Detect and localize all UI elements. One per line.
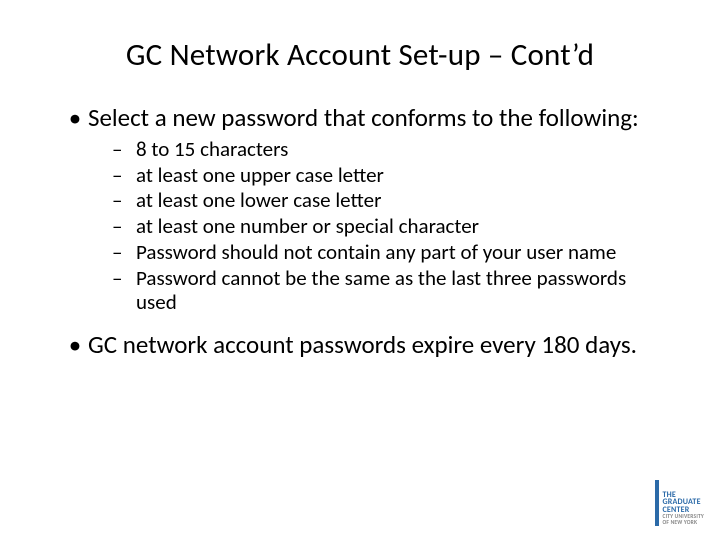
sub-item: – at least one number or special charact… <box>108 214 670 239</box>
bullet-item: • GC network account passwords expire ev… <box>62 331 670 360</box>
dash-mark: – <box>108 214 136 239</box>
bullet-text: GC network account passwords expire ever… <box>88 331 670 360</box>
dash-mark: – <box>108 240 136 265</box>
bullet-text: Select a new password that conforms to t… <box>88 104 670 133</box>
dash-mark: – <box>108 137 136 162</box>
bullet-mark: • <box>62 331 88 360</box>
logo-bar-icon <box>655 480 659 526</box>
sub-item: – 8 to 15 characters <box>108 137 670 162</box>
sub-item: – at least one upper case letter <box>108 163 670 188</box>
slide-title: GC Network Account Set-up – Cont’d <box>50 36 670 74</box>
slide-body: • Select a new password that conforms to… <box>50 104 670 360</box>
graduate-center-logo: THE GRADUATE CENTER CITY UNIVERSITY OF N… <box>655 480 704 526</box>
logo-subline: OF NEW YORK <box>662 521 704 526</box>
dash-mark: – <box>108 188 136 213</box>
logo-line: CENTER <box>662 507 704 514</box>
sub-item: – Password should not contain any part o… <box>108 240 670 265</box>
bullet-mark: • <box>62 104 88 133</box>
bullet-item: • Select a new password that conforms to… <box>62 104 670 133</box>
sub-list: – 8 to 15 characters – at least one uppe… <box>62 137 670 315</box>
sub-item: – Password cannot be the same as the las… <box>108 266 670 316</box>
dash-mark: – <box>108 266 136 316</box>
sub-text: at least one upper case letter <box>136 163 670 188</box>
sub-text: Password cannot be the same as the last … <box>136 266 670 316</box>
sub-text: at least one number or special character <box>136 214 670 239</box>
sub-item: – at least one lower case letter <box>108 188 670 213</box>
logo-text: THE GRADUATE CENTER CITY UNIVERSITY OF N… <box>662 492 704 526</box>
sub-text: Password should not contain any part of … <box>136 240 670 265</box>
sub-text: at least one lower case letter <box>136 188 670 213</box>
sub-text: 8 to 15 characters <box>136 137 670 162</box>
dash-mark: – <box>108 163 136 188</box>
